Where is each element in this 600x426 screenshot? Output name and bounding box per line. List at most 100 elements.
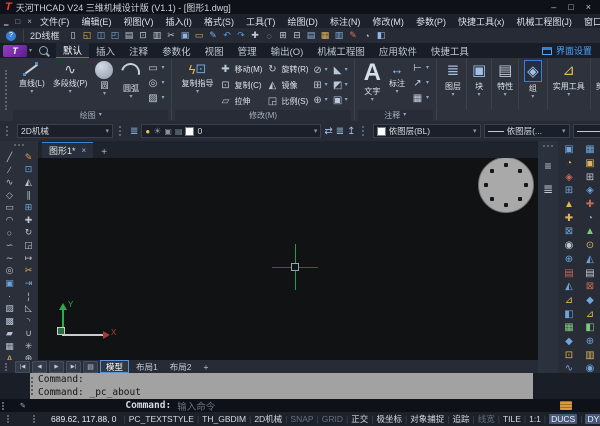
visual-style-label[interactable]: 2D线框 — [30, 29, 60, 42]
materials-icon[interactable]: ◧ — [375, 29, 388, 42]
status-otrack[interactable]: 追踪 — [444, 413, 469, 425]
first-tab-button[interactable]: |◀ — [15, 361, 30, 373]
stretch-button[interactable]: ▱拉伸 — [219, 94, 262, 109]
chevron-down-icon[interactable]: ▾ — [161, 81, 164, 86]
mech-tool-icon[interactable]: ✚ — [586, 198, 594, 212]
new-drawing-tab-button[interactable]: + — [93, 147, 115, 158]
offset-tool-icon[interactable]: ∥ — [19, 189, 38, 202]
offset-icon[interactable]: ⊕ ▾ — [312, 93, 328, 107]
array-tool-icon[interactable]: ⊞ — [19, 201, 38, 214]
gradient-tool-icon[interactable]: ▩ — [0, 315, 19, 328]
fillet-tool-icon[interactable]: ◝ — [19, 315, 38, 328]
layer-states-icon[interactable]: ≣ — [336, 126, 344, 137]
insert-block-icon[interactable]: ▣ — [0, 277, 19, 290]
scale-button[interactable]: ◲比例(S) — [266, 94, 308, 109]
blend-tool-icon[interactable]: ∪ — [19, 327, 38, 340]
tab-parametric[interactable]: 参数化 — [155, 43, 198, 58]
tab-apps[interactable]: 应用软件 — [372, 43, 424, 58]
move-tool-icon[interactable]: ✚ — [19, 214, 38, 227]
panel-layers[interactable]: ≣ 图层 ▾ — [440, 58, 467, 110]
chevron-down-icon[interactable]: ▾ — [325, 98, 328, 103]
table-tool-icon[interactable]: ▦ — [0, 340, 19, 353]
mech-tool-icon[interactable]: ⊕ — [586, 335, 594, 349]
leader-icon[interactable]: ↗ ▾ — [411, 77, 429, 90]
mech-tool-icon[interactable]: ◆ — [565, 335, 573, 349]
table-icon[interactable]: ▦ ▾ — [411, 92, 429, 105]
menu-view[interactable]: 视图(V) — [117, 15, 159, 28]
mech-tool-icon[interactable]: ▤ — [564, 266, 573, 280]
mech-tool-icon[interactable]: ▤ — [585, 266, 594, 280]
status-osnap[interactable]: 对象捕捉 — [402, 413, 444, 425]
status-ducs[interactable]: DUCS — [541, 414, 577, 424]
chevron-down-icon[interactable]: ▾ — [426, 81, 429, 86]
chevron-down-icon[interactable]: ▾ — [325, 68, 328, 73]
grip-handle[interactable] — [2, 402, 7, 410]
chevron-down-icon[interactable]: ▾ — [325, 83, 328, 88]
layer-dropdown[interactable]: ● ☀ ▣ ▤ 0 ▾ — [141, 124, 321, 138]
layer-properties-icon[interactable]: ≣ — [130, 126, 138, 137]
hatch-icon[interactable]: ▨ ▾ — [146, 92, 164, 105]
mech-tool-icon[interactable]: ▦ — [564, 321, 573, 335]
match-properties-icon[interactable]: ✎ — [207, 29, 220, 42]
status-textstyle[interactable]: PC_TEXTSTYLE — [121, 414, 194, 424]
mech-tool-icon[interactable]: ◧ — [585, 321, 594, 335]
close-icon[interactable]: × — [82, 146, 87, 155]
menu-mechanical[interactable]: 机械工程图(J) — [510, 15, 578, 28]
mech-tool-icon[interactable]: ◔ — [587, 211, 593, 225]
linetype-dropdown[interactable]: 依图层(... ▾ — [484, 124, 570, 138]
help-icon[interactable]: ? — [6, 31, 16, 41]
circle-tool-icon[interactable]: ○ — [0, 227, 19, 240]
chevron-down-icon[interactable]: ▾ — [69, 90, 72, 95]
save-icon[interactable]: ◫ — [95, 29, 108, 42]
circle-button[interactable]: 圆 ▾ — [91, 60, 117, 97]
chevron-down-icon[interactable]: ▾ — [161, 66, 164, 71]
mech-tool-icon[interactable]: ⊕ — [565, 253, 573, 267]
copy-button[interactable]: ⊡复制(C) — [219, 78, 262, 93]
hatch-tool-icon[interactable]: ▨ — [0, 302, 19, 315]
dimension-button[interactable]: ↔ 标注 ▾ — [385, 60, 409, 95]
pan-icon[interactable]: ✚ — [249, 29, 262, 42]
layout-menu-button[interactable]: ▤ — [83, 361, 98, 373]
annotate-panel-title[interactable]: 注释 ▾ — [358, 110, 433, 121]
layer-freeze-icon[interactable]: ☀ — [153, 126, 161, 137]
chevron-down-icon[interactable]: ▾ — [504, 93, 507, 98]
menu-window[interactable]: 窗口(W) — [578, 15, 600, 28]
arc-button[interactable]: 圆弧 ▾ — [117, 60, 144, 100]
layer-plot-icon[interactable]: ▤ — [175, 127, 183, 136]
zoom-realtime-icon[interactable]: ◌ — [263, 29, 276, 42]
point-tool-icon[interactable]: · — [0, 290, 19, 303]
ellipse-tool-icon[interactable]: ◎ — [0, 264, 19, 277]
polygon-tool-icon[interactable]: ◇ — [0, 189, 19, 202]
design-center-icon[interactable]: ▦ — [319, 29, 332, 42]
tab-layout1[interactable]: 布局1 — [131, 361, 163, 373]
interface-settings-button[interactable]: 界面设置 — [542, 44, 597, 57]
menu-file[interactable]: 文件(F) — [34, 15, 76, 28]
render-icon[interactable]: ◔ — [361, 29, 374, 42]
spline-tool-icon[interactable]: ∼ — [0, 252, 19, 265]
ellipse-icon[interactable]: ◎ ▾ — [146, 77, 164, 90]
status-polar[interactable]: 极坐标 — [368, 413, 402, 425]
panel-clipboard[interactable]: ▯ 剪贴板 ▾ — [591, 58, 600, 110]
mech-tool-icon[interactable]: ▣ — [585, 157, 594, 171]
paste-icon[interactable]: ▭ — [193, 29, 206, 42]
chevron-down-icon[interactable]: ▾ — [196, 90, 199, 95]
mech-tool-icon[interactable]: ⊠ — [565, 225, 573, 239]
menu-express-tools[interactable]: 快捷工具(x) — [452, 15, 511, 28]
drawing-tab[interactable]: 图形1* × — [42, 142, 93, 158]
edit-command-icon[interactable]: ✎ — [20, 401, 25, 411]
polyline-button[interactable]: ∿ 多段线(P) ▾ — [49, 60, 92, 95]
save-as-icon[interactable]: ◰ — [109, 29, 122, 42]
command-input-bar[interactable]: ✎ Command: 输入命令 — [0, 399, 600, 412]
mech-tool-icon[interactable]: ◧ — [564, 307, 573, 321]
grip-handle[interactable] — [6, 126, 11, 136]
mech-tool-icon[interactable]: ◆ — [586, 294, 594, 308]
redo-icon[interactable]: ↷ — [235, 29, 248, 42]
tab-mechanical[interactable]: 机械工程图 — [310, 43, 372, 58]
menu-tools[interactable]: 工具(T) — [240, 15, 282, 28]
zoom-previous-icon[interactable]: ⊟ — [291, 29, 304, 42]
mech-tool-icon[interactable]: ▲ — [585, 225, 595, 239]
mech-tool-icon[interactable]: ⊿ — [586, 307, 594, 321]
chevron-down-icon[interactable]: ▾ — [426, 96, 429, 101]
draw-panel-title[interactable]: 绘图 ▾ — [13, 110, 168, 121]
copy-guide-button[interactable]: ϟ⊡ 复制指导 ▾ — [177, 60, 217, 95]
